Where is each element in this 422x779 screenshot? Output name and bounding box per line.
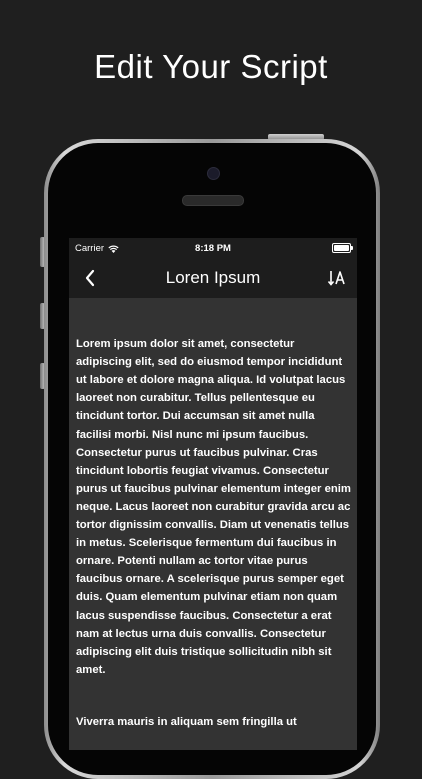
battery-icon: [332, 243, 353, 253]
headline: Edit Your Script: [94, 48, 328, 85]
script-editor[interactable]: Lorem ipsum dolor sit amet, consectetur …: [69, 298, 357, 750]
text-size-icon[interactable]: [327, 268, 347, 288]
front-camera: [207, 167, 220, 180]
navigation-bar: Loren Ipsum: [69, 258, 357, 298]
app-screen: Carrier 8:18 PM Loren Ipsum Lorem ipsum …: [69, 238, 357, 750]
page-title: Loren Ipsum: [165, 268, 261, 287]
status-bar: Carrier 8:18 PM: [69, 238, 357, 258]
script-paragraph: Viverra mauris in aliquam sem fringilla …: [76, 715, 297, 728]
status-time: 8:18 PM: [195, 243, 231, 254]
script-paragraph: Lorem ipsum dolor sit amet, consectetur …: [76, 338, 351, 676]
script-text[interactable]: Lorem ipsum dolor sit amet, consectetur …: [76, 317, 352, 750]
chevron-left-icon[interactable]: [79, 266, 103, 290]
earpiece-speaker: [182, 195, 244, 206]
